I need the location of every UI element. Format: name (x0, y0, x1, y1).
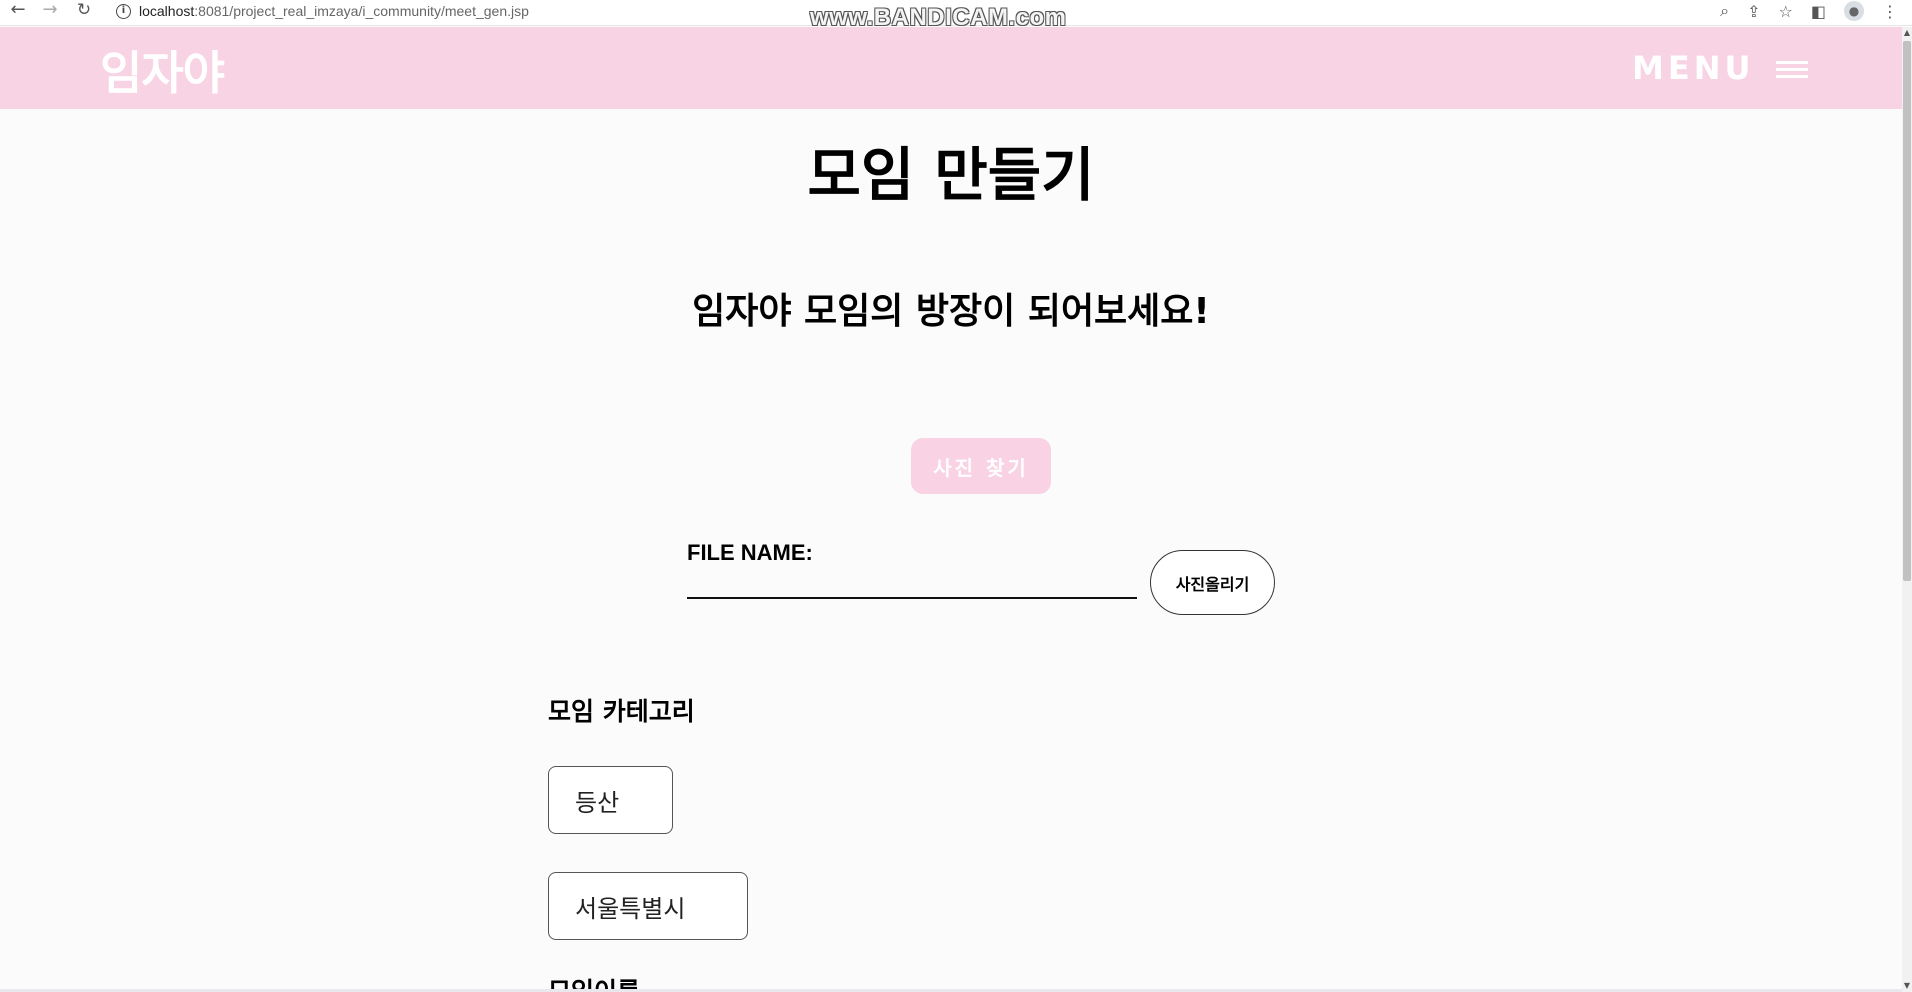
menu-label[interactable]: MENU (1632, 49, 1754, 87)
site-logo[interactable]: 임자야 (100, 37, 225, 103)
browser-actions: ⌕ ⇪ ☆ ◧ ● ⋮ (1720, 0, 1898, 22)
kebab-menu-icon[interactable]: ⋮ (1882, 2, 1898, 21)
scroll-thumb[interactable] (1903, 41, 1911, 581)
side-panel-icon[interactable]: ◧ (1811, 2, 1826, 21)
page-scrollbar[interactable]: ▲ ▼ (1902, 27, 1912, 992)
hamburger-menu-icon[interactable] (1776, 61, 1808, 79)
scroll-up-arrow-icon[interactable]: ▲ (1902, 27, 1912, 39)
site-header: 임자야 MENU (0, 27, 1902, 109)
scroll-down-arrow-icon[interactable]: ▼ (1902, 980, 1912, 992)
site-info-icon[interactable]: i (116, 3, 131, 19)
forward-arrow-icon[interactable]: → (38, 0, 62, 22)
find-photo-button[interactable]: 사진 찾기 (911, 438, 1051, 494)
region-select[interactable]: 서울특별시 (548, 872, 748, 940)
url-host: localhost (139, 3, 195, 19)
file-name-field[interactable] (687, 597, 1137, 599)
bookmark-star-icon[interactable]: ☆ (1779, 2, 1793, 21)
url-path: :8081/project_real_imzaya/i_community/me… (194, 3, 529, 19)
file-name-label: FILE NAME: (687, 540, 813, 565)
zoom-icon[interactable]: ⌕ (1720, 1, 1729, 21)
category-heading: 모임 카테고리 (548, 697, 695, 726)
share-icon[interactable]: ⇪ (1747, 2, 1760, 21)
page-title: 모임 만들기 (807, 141, 1095, 209)
page-subtitle: 임자야 모임의 방장이 되어보세요! (692, 291, 1210, 332)
reload-icon[interactable]: ↻ (72, 0, 96, 22)
upload-photo-button[interactable]: 사진올리기 (1150, 550, 1275, 615)
category-select[interactable]: 등산 (548, 766, 673, 834)
browser-toolbar: ← → ↻ i localhost:8081/project_real_imza… (0, 0, 1912, 31)
back-arrow-icon[interactable]: ← (6, 0, 30, 22)
profile-avatar-icon[interactable]: ● (1844, 1, 1864, 21)
